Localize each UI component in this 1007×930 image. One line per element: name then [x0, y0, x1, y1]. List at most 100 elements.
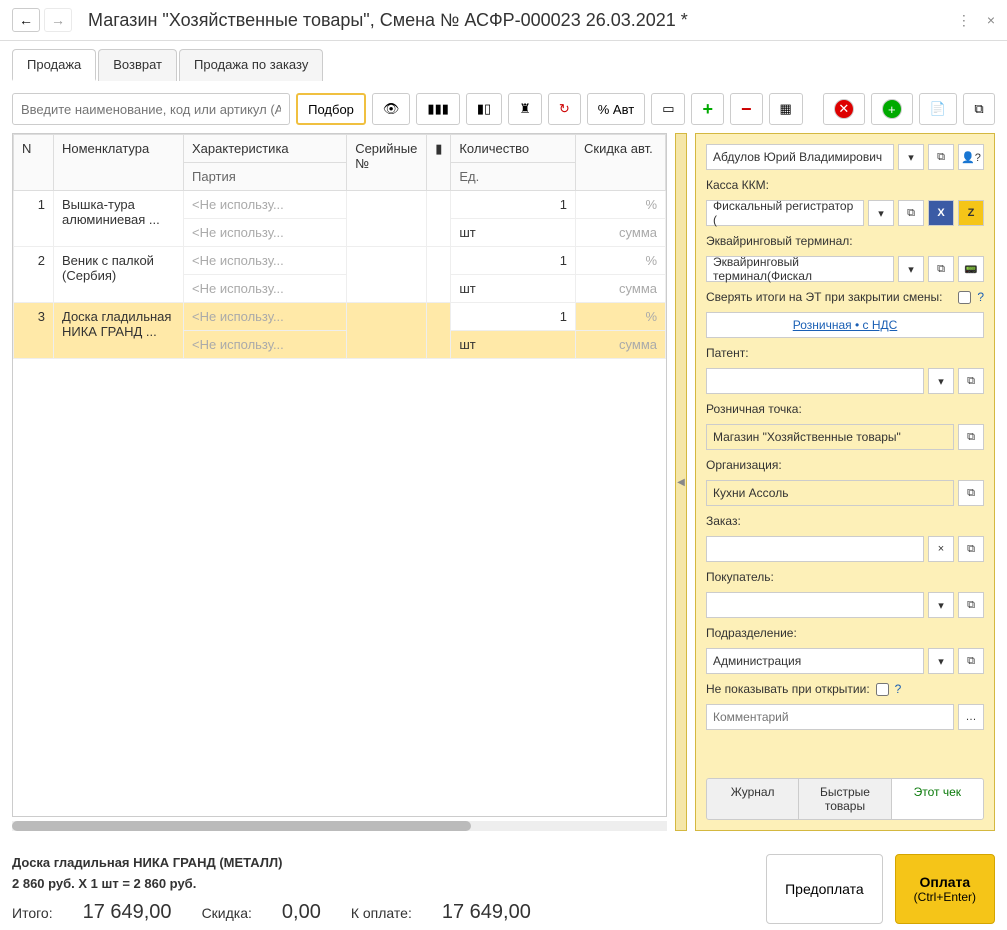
topay-label: К оплате: — [351, 905, 412, 921]
discount-value: 0,00 — [282, 901, 321, 924]
table-row[interactable]: 1 Вышка-тура алюминиевая ... <Не использ… — [14, 191, 666, 219]
open-icon[interactable]: ⧉ — [958, 536, 984, 562]
back-button[interactable]: ← — [12, 8, 40, 32]
col-party: Партия — [184, 163, 347, 191]
col-n: N — [14, 135, 54, 191]
dept-label: Подразделение: — [706, 626, 984, 640]
dropdown-icon[interactable]: ▾ — [928, 648, 954, 674]
side-panel: Абдулов Юрий Владимирович ▾ ⧉ 👤? Касса К… — [695, 133, 995, 831]
topay-value: 17 649,00 — [442, 901, 531, 924]
side-tab-journal[interactable]: Журнал — [707, 779, 799, 819]
delete-icon[interactable]: ✕ — [823, 93, 865, 125]
terminal-icon[interactable]: 📟 — [958, 256, 984, 282]
menu-icon[interactable]: ⋮ — [957, 12, 971, 29]
export-icon[interactable]: 📄 — [919, 93, 957, 125]
col-flag-icon: ▮ — [427, 135, 451, 191]
organization-field[interactable]: Кухни Ассоль — [706, 480, 954, 506]
tab-sale-by-order[interactable]: Продажа по заказу — [179, 49, 323, 81]
close-icon[interactable]: × — [987, 12, 995, 29]
help-icon[interactable]: ? — [977, 290, 984, 304]
popout-icon[interactable]: ⧉ — [963, 93, 995, 125]
open-icon[interactable]: ⧉ — [928, 256, 954, 282]
stamp-icon[interactable]: ♜ — [508, 93, 542, 125]
payment-button[interactable]: Оплата (Ctrl+Enter) — [895, 854, 995, 924]
z-report-icon[interactable]: Z — [958, 200, 984, 226]
buyer-select[interactable] — [706, 592, 924, 618]
remove-row-button[interactable]: − — [730, 93, 763, 125]
open-icon[interactable]: ⧉ — [958, 480, 984, 506]
cashier-select[interactable]: Абдулов Юрий Владимирович — [706, 144, 894, 170]
window-title: Магазин "Хозяйственные товары", Смена № … — [88, 10, 957, 31]
card-icon[interactable]: ▭ — [651, 93, 685, 125]
calculator-icon[interactable]: ▦ — [769, 93, 803, 125]
side-tab-this-check[interactable]: Этот чек — [892, 779, 983, 819]
items-table[interactable]: N Номенклатура Характеристика Серийные №… — [12, 133, 667, 817]
forward-button[interactable]: → — [44, 8, 72, 32]
dropdown-icon[interactable]: ▾ — [868, 200, 894, 226]
dropdown-icon[interactable]: ▾ — [928, 368, 954, 394]
buyer-label: Покупатель: — [706, 570, 984, 584]
order-field[interactable] — [706, 536, 924, 562]
open-icon[interactable]: ⧉ — [928, 144, 954, 170]
scan-icon[interactable]: ▮▯ — [466, 93, 502, 125]
acq-label: Эквайринговый терминал: — [706, 234, 984, 248]
verify-label: Сверять итоги на ЭТ при закрытии смены: — [706, 290, 952, 304]
dropdown-icon[interactable]: ▾ — [898, 256, 924, 282]
total-value: 17 649,00 — [83, 901, 172, 924]
total-label: Итого: — [12, 905, 53, 921]
order-label: Заказ: — [706, 514, 984, 528]
table-row[interactable]: 3 Доска гладильная НИКА ГРАНД ... <Не ис… — [14, 303, 666, 331]
col-quantity: Количество — [451, 135, 576, 163]
add-row-button[interactable]: + — [691, 93, 724, 125]
more-icon[interactable]: … — [958, 704, 984, 730]
clear-icon[interactable]: × — [928, 536, 954, 562]
main-tabs: Продажа Возврат Продажа по заказу — [0, 41, 1007, 81]
search-input[interactable] — [21, 102, 281, 117]
open-icon[interactable]: ⧉ — [958, 424, 984, 450]
hide-label: Не показывать при открытии: — [706, 682, 870, 696]
help-icon[interactable]: ? — [895, 682, 902, 696]
patent-select[interactable] — [706, 368, 924, 394]
add-icon[interactable]: + — [871, 93, 913, 125]
side-tab-fast-goods[interactable]: Быстрые товары — [799, 779, 891, 819]
x-report-icon[interactable]: X — [928, 200, 954, 226]
discount-label: Скидка: — [202, 905, 252, 921]
selected-item-name: Доска гладильная НИКА ГРАНД (МЕТАЛЛ) — [12, 855, 754, 870]
podbor-button[interactable]: Подбор — [296, 93, 366, 125]
eye-icon[interactable]: 👁 — [372, 93, 411, 125]
table-row[interactable]: 2 Веник с палкой (Сербия) <Не использу..… — [14, 247, 666, 275]
org-label: Организация: — [706, 458, 984, 472]
comment-input[interactable] — [706, 704, 954, 730]
retail-mode-link[interactable]: Розничная • с НДС — [706, 312, 984, 338]
acq-select[interactable]: Эквайринговый терминал(Фискал — [706, 256, 894, 282]
open-icon[interactable]: ⧉ — [898, 200, 924, 226]
open-icon[interactable]: ⧉ — [958, 368, 984, 394]
dropdown-icon[interactable]: ▾ — [898, 144, 924, 170]
open-icon[interactable]: ⧉ — [958, 592, 984, 618]
kkm-label: Касса ККМ: — [706, 178, 984, 192]
point-label: Розничная точка: — [706, 402, 984, 416]
open-icon[interactable]: ⧉ — [958, 648, 984, 674]
horizontal-scrollbar[interactable] — [12, 821, 667, 831]
col-serial: Серийные № — [347, 135, 427, 191]
side-panel-toggle[interactable]: ◀ — [675, 133, 687, 831]
col-unit: Ед. — [451, 163, 576, 191]
kkm-select[interactable]: Фискальный регистратор ( — [706, 200, 864, 226]
barcode-icon[interactable]: ▮▮▮ — [416, 93, 459, 125]
col-nomenclature: Номенклатура — [54, 135, 184, 191]
search-box[interactable] — [12, 93, 290, 125]
selected-item-price: 2 860 руб. X 1 шт = 2 860 руб. — [12, 876, 754, 891]
user-help-icon[interactable]: 👤? — [958, 144, 984, 170]
verify-checkbox[interactable] — [958, 291, 971, 304]
hide-on-open-checkbox[interactable] — [876, 683, 889, 696]
dropdown-icon[interactable]: ▾ — [928, 592, 954, 618]
col-characteristic: Характеристика — [184, 135, 347, 163]
pct-avt-button[interactable]: % Авт — [587, 93, 645, 125]
dept-select[interactable]: Администрация — [706, 648, 924, 674]
refresh-icon[interactable]: ↻ — [548, 93, 581, 125]
prepayment-button[interactable]: Предоплата — [766, 854, 883, 924]
patent-label: Патент: — [706, 346, 984, 360]
tab-return[interactable]: Возврат — [98, 49, 177, 81]
tab-sale[interactable]: Продажа — [12, 49, 96, 81]
retail-point-field[interactable]: Магазин "Хозяйственные товары" — [706, 424, 954, 450]
